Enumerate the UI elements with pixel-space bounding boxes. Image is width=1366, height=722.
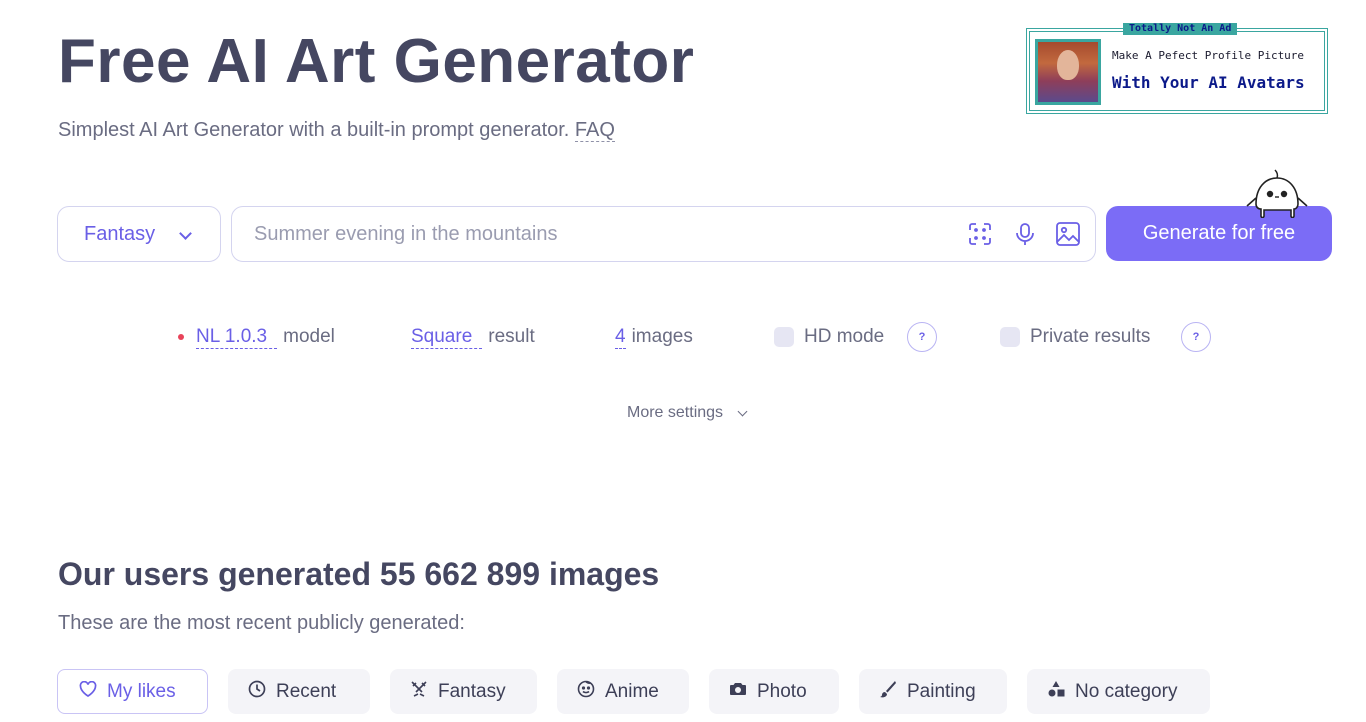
style-dropdown[interactable]: Fantasy: [57, 206, 221, 262]
ad-headline: Make A Pefect Profile Picture: [1112, 49, 1305, 62]
category-tab-my-likes[interactable]: My likes: [57, 669, 208, 714]
category-tab-label: Anime: [605, 680, 659, 702]
count-setting: 4 images: [615, 323, 693, 351]
private-setting: Private results: [1000, 323, 1150, 351]
category-tab-painting[interactable]: Painting: [859, 669, 1007, 714]
shapes-icon: [1047, 680, 1075, 704]
category-tab-label: My likes: [107, 680, 176, 702]
size-setting: Square result: [411, 323, 535, 351]
ghost-mascot-icon: [1244, 168, 1310, 219]
hd-mode-checkbox[interactable]: [774, 327, 794, 347]
category-tab-label: Painting: [907, 680, 976, 702]
ad-avatar-image: [1035, 39, 1101, 105]
prompt-box: [231, 206, 1096, 262]
size-selector[interactable]: Square: [411, 326, 483, 349]
image-icon[interactable]: [1054, 220, 1082, 248]
hd-mode-label: HD mode: [804, 326, 885, 347]
microphone-icon[interactable]: [1011, 220, 1039, 248]
private-results-label: Private results: [1030, 326, 1151, 347]
ad-avatar-face: [1057, 50, 1079, 80]
model-setting: NL 1.0.3 model: [178, 323, 335, 351]
category-tab-recent[interactable]: Recent: [228, 669, 370, 714]
category-tab-label: Photo: [757, 680, 807, 702]
brush-icon: [879, 680, 907, 704]
faq-link[interactable]: FAQ: [574, 119, 615, 142]
model-selector[interactable]: NL 1.0.3: [196, 326, 278, 349]
private-help-icon[interactable]: ?: [1181, 322, 1211, 352]
size-label: result: [488, 326, 535, 347]
category-tab-label: Recent: [276, 680, 337, 702]
prompt-input[interactable]: [254, 207, 954, 261]
swords-icon: [410, 680, 438, 704]
ad-frame: Totally Not An Ad Make A Pefect Profile …: [1029, 23, 1325, 111]
more-settings-label: More settings: [627, 404, 724, 421]
category-tab-no-category[interactable]: No category: [1027, 669, 1210, 714]
model-label: model: [283, 326, 335, 347]
category-tab-fantasy[interactable]: Fantasy: [390, 669, 537, 714]
subtitle-text: Simplest AI Art Generator with a built-i…: [58, 119, 570, 141]
heart-icon: [79, 680, 107, 703]
page-title: Free AI Art Generator: [58, 27, 695, 96]
private-results-checkbox[interactable]: [1000, 327, 1020, 347]
hd-help: ?: [907, 322, 937, 352]
settings-row: NL 1.0.3 model Square result 4 images HD…: [0, 322, 1366, 352]
camera-icon: [729, 681, 757, 703]
ad-banner[interactable]: Totally Not An Ad Make A Pefect Profile …: [1026, 23, 1328, 114]
category-tab-anime[interactable]: Anime: [557, 669, 689, 714]
hd-setting: HD mode: [774, 323, 884, 351]
chevron-down-icon: [179, 227, 192, 240]
hd-help-icon[interactable]: ?: [907, 322, 937, 352]
private-help: ?: [1181, 322, 1211, 352]
stats-subheading: These are the most recent publicly gener…: [58, 612, 465, 634]
style-dropdown-value: Fantasy: [84, 222, 156, 245]
count-label: images: [631, 326, 693, 347]
category-tab-label: Fantasy: [438, 680, 506, 702]
ad-avatar-portrait: [1038, 42, 1098, 102]
smiley-icon: [577, 680, 605, 704]
model-status-dot: [178, 334, 184, 340]
more-settings-toggle[interactable]: More settings: [627, 404, 748, 422]
chevron-down-icon: [737, 406, 748, 416]
ad-cta: With Your AI Avatars: [1112, 73, 1305, 92]
category-tab-photo[interactable]: Photo: [709, 669, 839, 714]
category-tab-label: No category: [1075, 680, 1178, 702]
count-selector[interactable]: 4: [615, 326, 626, 349]
ad-tag: Totally Not An Ad: [1123, 23, 1238, 35]
page-subtitle: Simplest AI Art Generator with a built-i…: [58, 119, 615, 142]
expand-icon[interactable]: [966, 220, 994, 248]
clock-icon: [248, 680, 276, 704]
stats-heading: Our users generated 55 662 899 images: [58, 556, 660, 592]
